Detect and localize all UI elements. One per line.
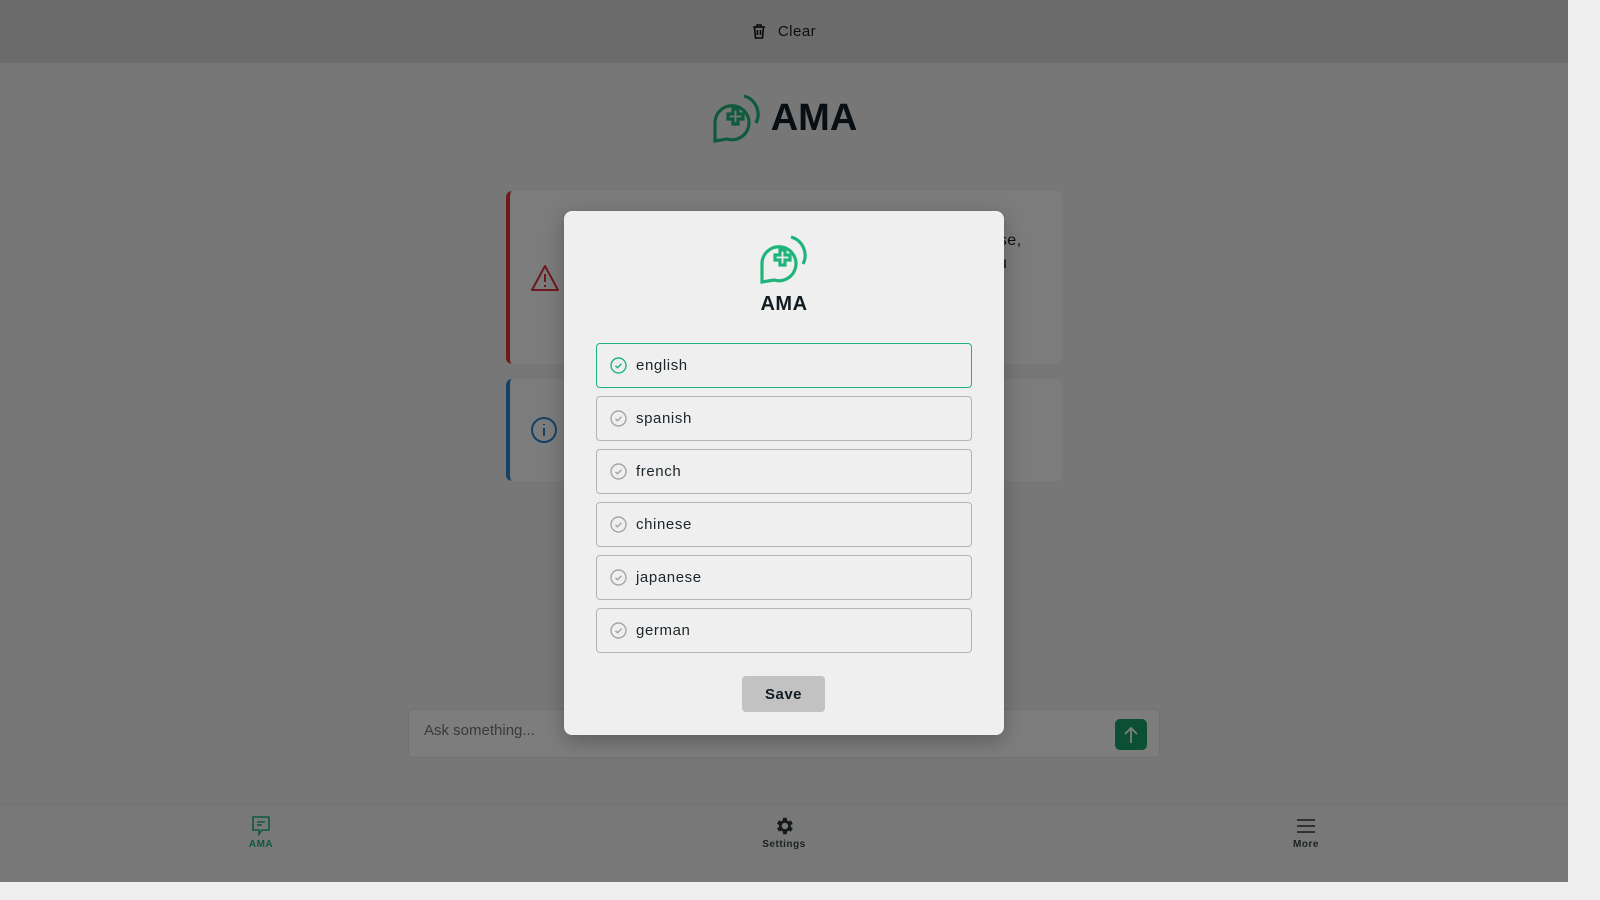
check-circle-icon xyxy=(610,569,627,586)
check-circle-icon xyxy=(610,622,627,639)
language-options: english spanish french chinese japanese germa… xyxy=(596,343,972,661)
ama-logo-icon xyxy=(760,235,807,284)
check-circle-icon xyxy=(610,410,627,427)
check-circle-icon xyxy=(610,463,627,480)
language-label: japanese xyxy=(636,569,702,586)
language-label: german xyxy=(636,622,691,639)
language-option-french[interactable]: french xyxy=(596,449,972,494)
modal-title: AMA xyxy=(760,293,808,315)
language-option-japanese[interactable]: japanese xyxy=(596,555,972,600)
language-modal: AMA english spanish french chinese japanese g… xyxy=(564,211,1004,735)
language-option-spanish[interactable]: spanish xyxy=(596,396,972,441)
language-option-chinese[interactable]: chinese xyxy=(596,502,972,547)
language-label: chinese xyxy=(636,516,692,533)
language-label: spanish xyxy=(636,410,692,427)
save-button[interactable]: Save xyxy=(742,676,825,712)
language-option-english[interactable]: english xyxy=(596,343,972,388)
check-circle-icon xyxy=(610,516,627,533)
language-label: french xyxy=(636,463,682,480)
language-label: english xyxy=(636,357,688,374)
language-option-german[interactable]: german xyxy=(596,608,972,653)
check-circle-icon xyxy=(610,357,627,374)
